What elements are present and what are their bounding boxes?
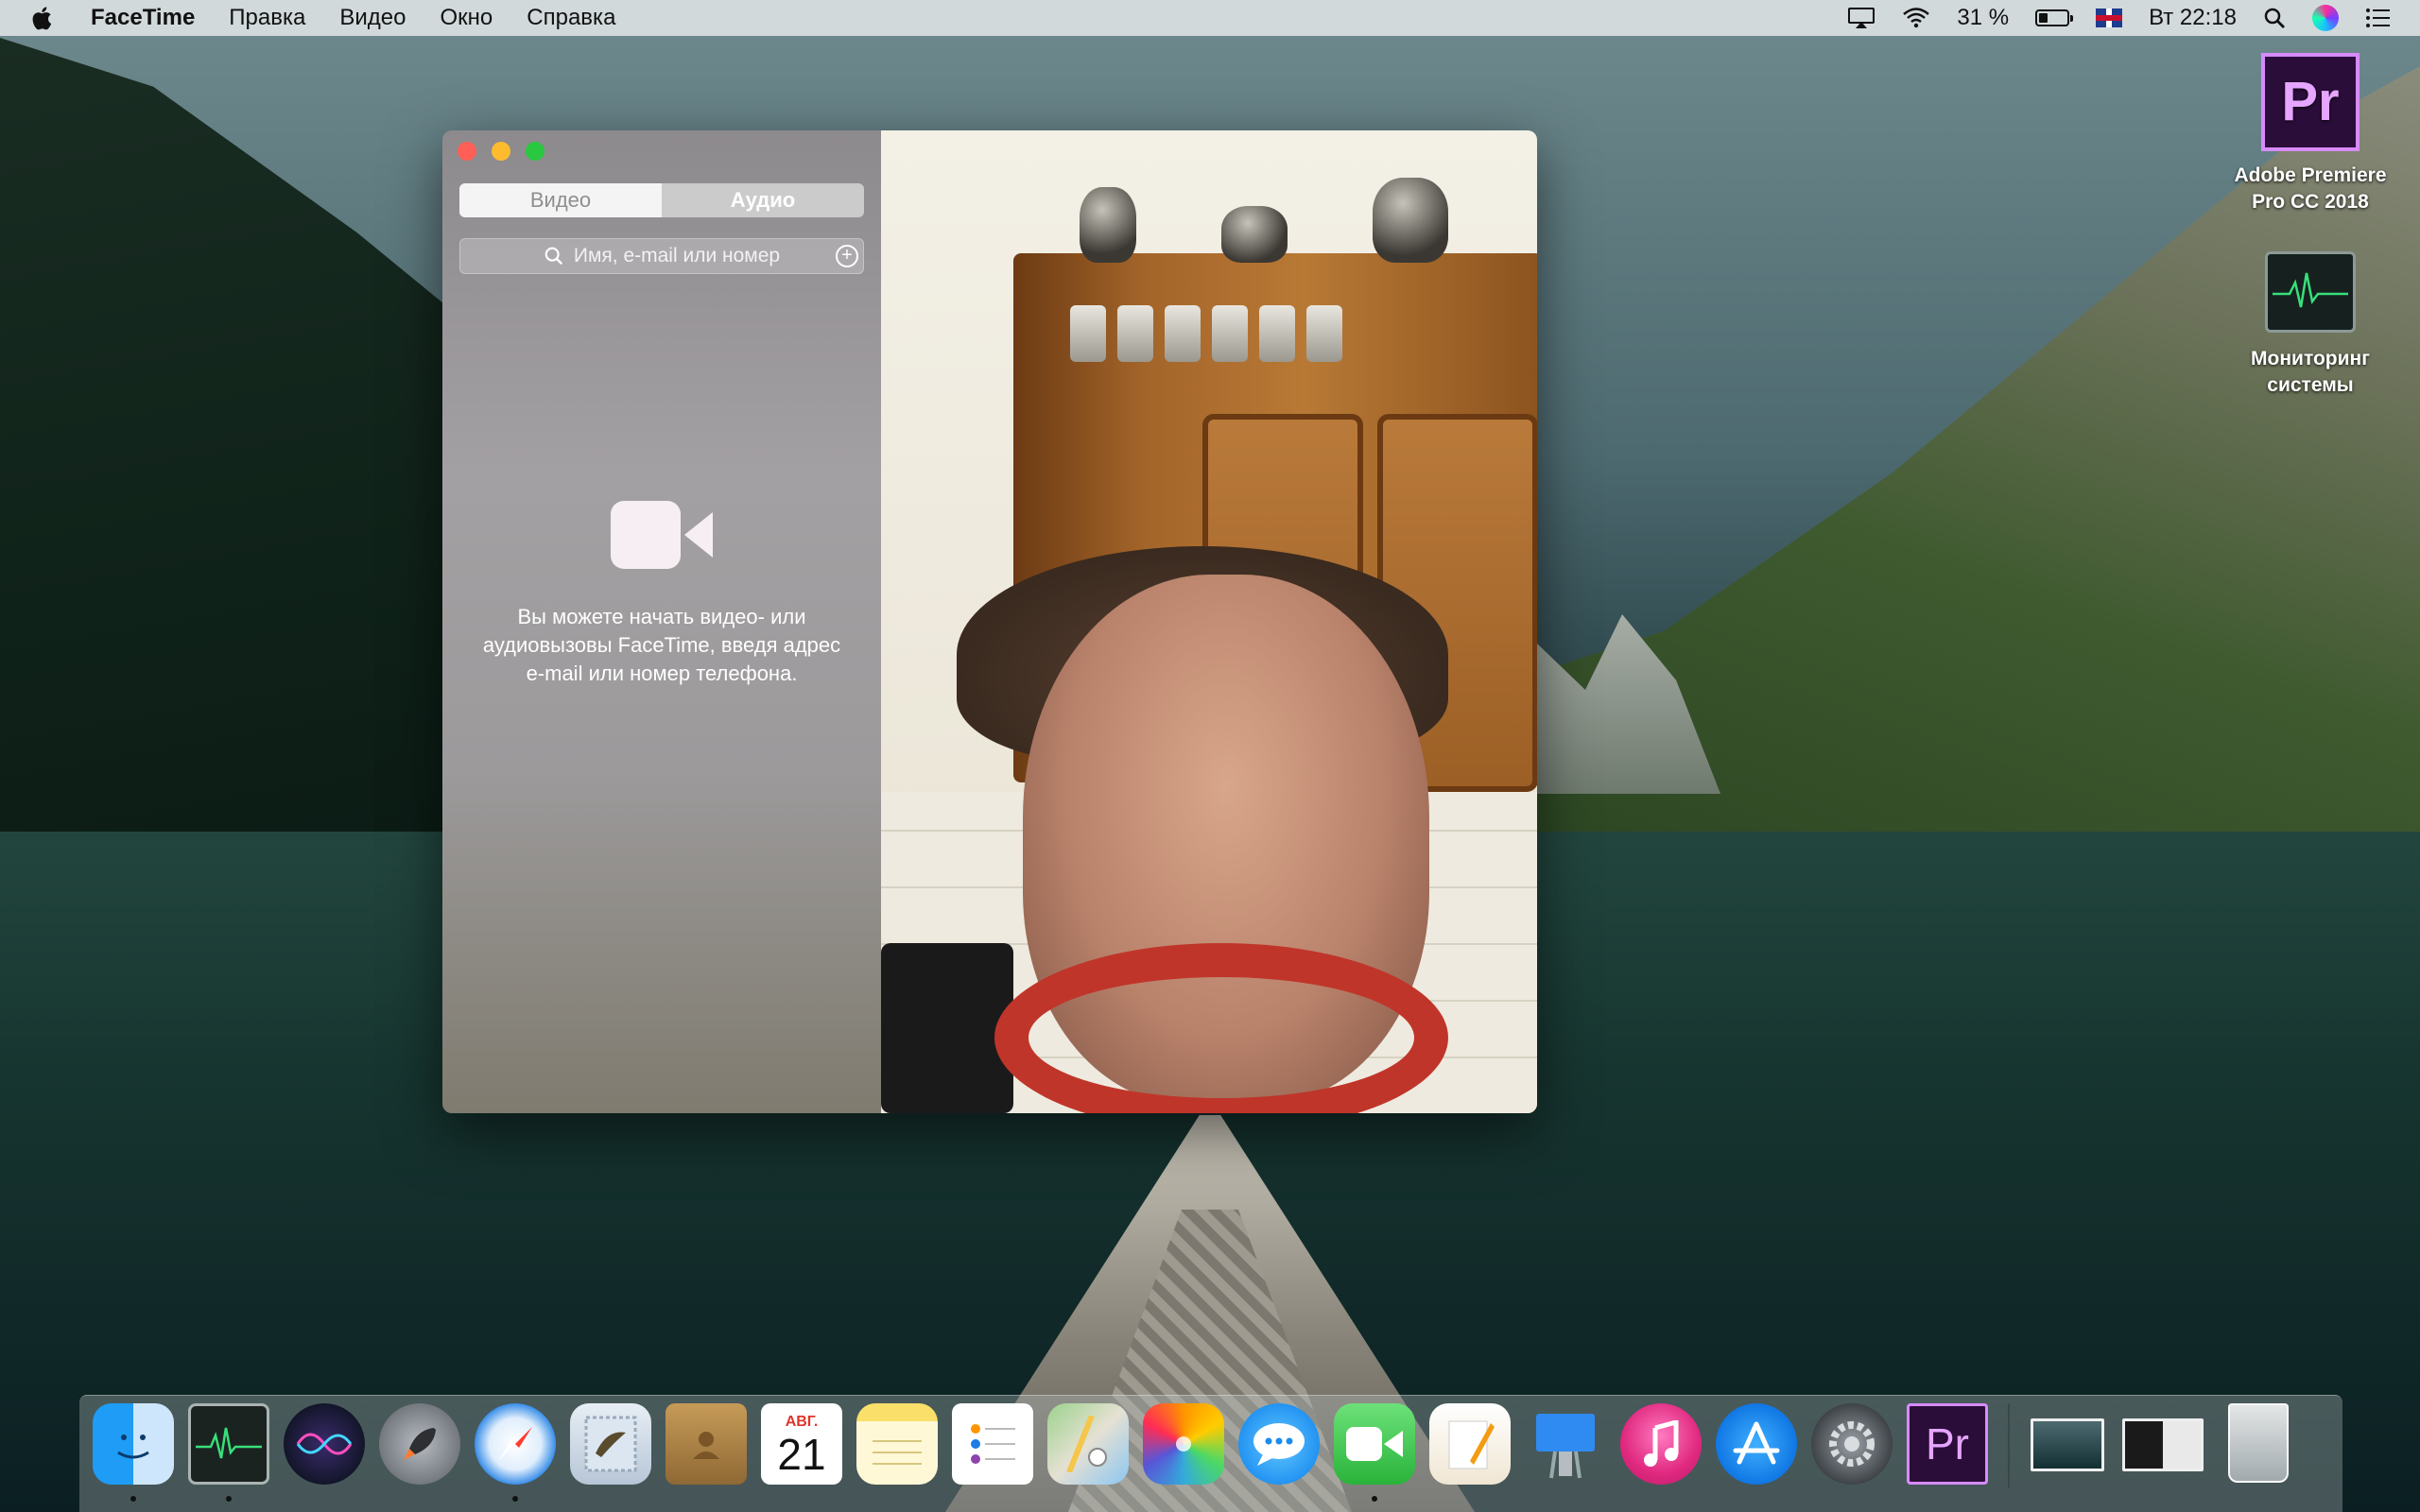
- running-indicator: [512, 1496, 518, 1502]
- activity-monitor-icon: [2265, 251, 2356, 333]
- compass-icon: [475, 1403, 556, 1485]
- siri-icon[interactable]: [2312, 5, 2339, 31]
- menu-help[interactable]: Справка: [527, 5, 615, 31]
- dock-reminders[interactable]: [952, 1403, 1033, 1502]
- documents-stack-icon: [2122, 1418, 2204, 1471]
- contact-search-field[interactable]: Имя, e-mail или номер: [459, 238, 864, 274]
- dock-separator: [2008, 1403, 2010, 1488]
- dock-messages[interactable]: [1238, 1403, 1320, 1502]
- dock-maps[interactable]: [1047, 1403, 1129, 1502]
- contact-search: Имя, e-mail или номер +: [459, 238, 864, 274]
- premiere-app-icon: Pr: [2261, 53, 2360, 151]
- menu-edit[interactable]: Правка: [229, 5, 305, 31]
- reminders-icon: [952, 1403, 1033, 1485]
- pages-icon: [1429, 1403, 1511, 1485]
- rocket-icon: [379, 1403, 460, 1485]
- dock-system-preferences[interactable]: [1811, 1403, 1893, 1502]
- gear-icon: [1811, 1403, 1893, 1485]
- menu-video[interactable]: Видео: [339, 5, 406, 31]
- calendar-day: 21: [777, 1430, 826, 1479]
- desktop-icon-label: Мониторинг системы: [2251, 348, 2370, 396]
- battery-percent: 31 %: [1957, 5, 2010, 30]
- keynote-icon: [1525, 1403, 1606, 1485]
- trash-icon: [2228, 1403, 2289, 1483]
- menu-window[interactable]: Окно: [441, 5, 493, 31]
- photos-icon: [1143, 1403, 1224, 1485]
- call-type-segmented-control: Видео Аудио: [459, 183, 864, 217]
- menu-bar-status-area: 31 % Вт 22:18: [1847, 5, 2392, 31]
- wifi-icon[interactable]: [1902, 7, 1930, 29]
- notification-center-icon[interactable]: [2365, 7, 2392, 29]
- dock-finder[interactable]: [93, 1403, 174, 1502]
- airplay-icon[interactable]: [1847, 7, 1876, 29]
- tab-audio[interactable]: Аудио: [662, 183, 864, 217]
- video-camera-icon: [611, 501, 715, 569]
- camera-preview: [881, 130, 1537, 1113]
- calendar-icon: АВГ. 21: [761, 1403, 842, 1485]
- search-placeholder: Имя, e-mail или номер: [573, 245, 781, 266]
- dock-siri[interactable]: [284, 1403, 365, 1502]
- running-indicator: [130, 1496, 136, 1502]
- downloads-stack-icon: [2031, 1418, 2104, 1471]
- dock: АВГ. 21 Pr: [79, 1395, 2342, 1512]
- premiere-app-icon: Pr: [1907, 1403, 1988, 1485]
- dock-contacts[interactable]: [666, 1403, 747, 1502]
- running-indicator: [226, 1496, 232, 1502]
- facetime-window: Видео Аудио Имя, e-mail или номер + Вы м…: [442, 130, 1537, 1113]
- zoom-button[interactable]: [526, 142, 544, 161]
- preview-pot: [881, 943, 1013, 1113]
- messages-icon: [1238, 1403, 1320, 1485]
- dock-documents-stack[interactable]: [2122, 1403, 2204, 1502]
- dock-app-store[interactable]: [1716, 1403, 1797, 1502]
- dock-mail[interactable]: [570, 1403, 651, 1502]
- maps-icon: [1047, 1403, 1129, 1485]
- dock-safari[interactable]: [475, 1403, 556, 1502]
- desktop-icon-premiere[interactable]: Pr Adobe Premiere Pro CC 2018: [2216, 53, 2405, 215]
- desktop-icon-activity-monitor[interactable]: Мониторинг системы: [2216, 251, 2405, 399]
- search-icon[interactable]: [2263, 7, 2286, 29]
- input-source-flag-icon[interactable]: [2096, 9, 2123, 27]
- dock-notes[interactable]: [856, 1403, 938, 1502]
- calendar-month: АВГ.: [785, 1414, 819, 1430]
- dock-downloads-stack[interactable]: [2027, 1403, 2108, 1502]
- add-contact-icon[interactable]: +: [836, 245, 858, 267]
- dock-pages[interactable]: [1429, 1403, 1511, 1502]
- menu-clock[interactable]: Вт 22:18: [2149, 5, 2237, 31]
- activity-monitor-icon: [188, 1403, 269, 1485]
- dock-calendar[interactable]: АВГ. 21: [761, 1403, 842, 1502]
- dock-premiere[interactable]: Pr: [1907, 1403, 1988, 1502]
- running-indicator: [1372, 1496, 1377, 1502]
- finder-icon: [93, 1403, 174, 1485]
- dock-launchpad[interactable]: [379, 1403, 460, 1502]
- tab-video[interactable]: Видео: [459, 183, 662, 217]
- dock-photos[interactable]: [1143, 1403, 1224, 1502]
- menu-app-facetime[interactable]: FaceTime: [91, 5, 195, 31]
- app-store-icon: [1716, 1403, 1797, 1485]
- mail-stamp-icon: [570, 1403, 651, 1485]
- window-controls: [458, 142, 544, 161]
- menu-bar: FaceTime Правка Видео Окно Справка 31 % …: [0, 0, 2420, 36]
- siri-icon: [284, 1403, 365, 1485]
- facetime-sidebar: Видео Аудио Имя, e-mail или номер + Вы м…: [442, 130, 881, 1113]
- apple-icon[interactable]: [28, 5, 59, 31]
- desktop-icon-label: Adobe Premiere Pro CC 2018: [2234, 164, 2387, 213]
- dock-itunes[interactable]: [1620, 1403, 1702, 1502]
- dock-facetime[interactable]: [1334, 1403, 1415, 1502]
- contacts-book-icon: [666, 1403, 747, 1485]
- facetime-empty-message: Вы можете начать видео- или аудиовызовы …: [482, 605, 841, 685]
- music-note-icon: [1620, 1403, 1702, 1485]
- battery-icon[interactable]: [2035, 9, 2074, 26]
- dock-keynote[interactable]: [1525, 1403, 1606, 1502]
- dock-trash[interactable]: [2218, 1403, 2299, 1502]
- minimize-button[interactable]: [492, 142, 510, 161]
- notes-icon: [856, 1403, 938, 1485]
- dock-activity-monitor[interactable]: [188, 1403, 269, 1502]
- close-button[interactable]: [458, 142, 476, 161]
- facetime-icon: [1334, 1403, 1415, 1485]
- search-icon: [544, 246, 564, 266]
